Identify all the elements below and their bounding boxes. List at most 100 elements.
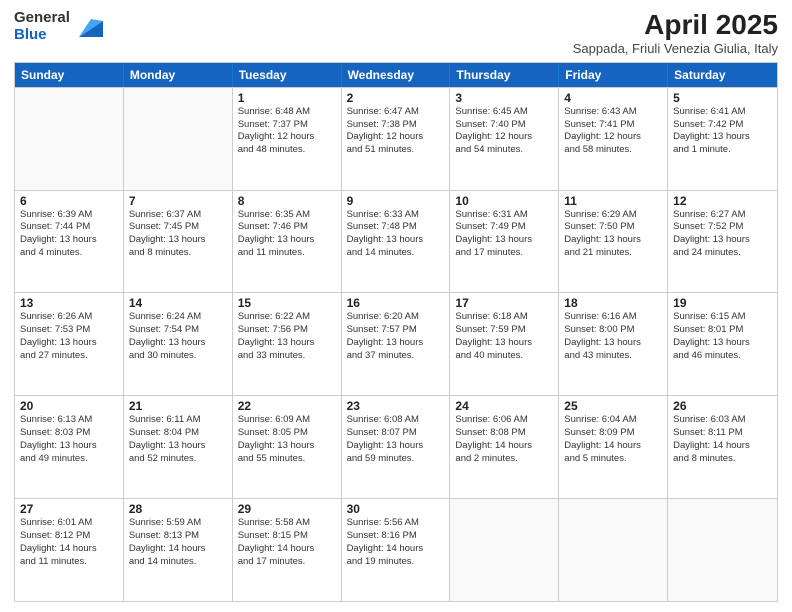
- calendar-cell: 15Sunrise: 6:22 AM Sunset: 7:56 PM Dayli…: [233, 293, 342, 395]
- calendar-cell: 1Sunrise: 6:48 AM Sunset: 7:37 PM Daylig…: [233, 88, 342, 190]
- day-info: Sunrise: 6:11 AM Sunset: 8:04 PM Dayligh…: [129, 414, 227, 465]
- day-info: Sunrise: 6:41 AM Sunset: 7:42 PM Dayligh…: [673, 106, 772, 157]
- day-number: 8: [238, 194, 336, 208]
- day-number: 9: [347, 194, 445, 208]
- calendar-cell: 11Sunrise: 6:29 AM Sunset: 7:50 PM Dayli…: [559, 191, 668, 293]
- logo-text: General Blue: [14, 10, 70, 43]
- day-number: 1: [238, 91, 336, 105]
- calendar-cell: [668, 499, 777, 601]
- calendar-cell: 20Sunrise: 6:13 AM Sunset: 8:03 PM Dayli…: [15, 396, 124, 498]
- day-number: 11: [564, 194, 662, 208]
- calendar-cell: 26Sunrise: 6:03 AM Sunset: 8:11 PM Dayli…: [668, 396, 777, 498]
- logo-blue: Blue: [14, 27, 70, 44]
- calendar-cell: [559, 499, 668, 601]
- day-info: Sunrise: 5:59 AM Sunset: 8:13 PM Dayligh…: [129, 517, 227, 568]
- day-number: 5: [673, 91, 772, 105]
- day-info: Sunrise: 6:06 AM Sunset: 8:08 PM Dayligh…: [455, 414, 553, 465]
- subtitle: Sappada, Friuli Venezia Giulia, Italy: [573, 41, 778, 56]
- day-info: Sunrise: 6:33 AM Sunset: 7:48 PM Dayligh…: [347, 209, 445, 260]
- calendar-cell: 5Sunrise: 6:41 AM Sunset: 7:42 PM Daylig…: [668, 88, 777, 190]
- calendar-cell: 13Sunrise: 6:26 AM Sunset: 7:53 PM Dayli…: [15, 293, 124, 395]
- day-number: 23: [347, 399, 445, 413]
- calendar-cell: 14Sunrise: 6:24 AM Sunset: 7:54 PM Dayli…: [124, 293, 233, 395]
- calendar-cell: [124, 88, 233, 190]
- day-number: 3: [455, 91, 553, 105]
- calendar-cell: 3Sunrise: 6:45 AM Sunset: 7:40 PM Daylig…: [450, 88, 559, 190]
- calendar-week: 27Sunrise: 6:01 AM Sunset: 8:12 PM Dayli…: [15, 498, 777, 601]
- calendar-cell: 25Sunrise: 6:04 AM Sunset: 8:09 PM Dayli…: [559, 396, 668, 498]
- weekday-header: Sunday: [15, 63, 124, 87]
- calendar-week: 1Sunrise: 6:48 AM Sunset: 7:37 PM Daylig…: [15, 87, 777, 190]
- calendar-cell: 9Sunrise: 6:33 AM Sunset: 7:48 PM Daylig…: [342, 191, 451, 293]
- calendar-cell: [15, 88, 124, 190]
- logo: General Blue: [14, 10, 103, 43]
- header: General Blue April 2025 Sappada, Friuli …: [14, 10, 778, 56]
- calendar-cell: [450, 499, 559, 601]
- day-number: 19: [673, 296, 772, 310]
- day-number: 26: [673, 399, 772, 413]
- day-number: 12: [673, 194, 772, 208]
- day-info: Sunrise: 6:15 AM Sunset: 8:01 PM Dayligh…: [673, 311, 772, 362]
- day-number: 25: [564, 399, 662, 413]
- day-info: Sunrise: 6:01 AM Sunset: 8:12 PM Dayligh…: [20, 517, 118, 568]
- day-info: Sunrise: 6:43 AM Sunset: 7:41 PM Dayligh…: [564, 106, 662, 157]
- weekday-header: Monday: [124, 63, 233, 87]
- calendar-header: SundayMondayTuesdayWednesdayThursdayFrid…: [15, 63, 777, 87]
- day-info: Sunrise: 5:56 AM Sunset: 8:16 PM Dayligh…: [347, 517, 445, 568]
- day-info: Sunrise: 6:24 AM Sunset: 7:54 PM Dayligh…: [129, 311, 227, 362]
- day-info: Sunrise: 6:35 AM Sunset: 7:46 PM Dayligh…: [238, 209, 336, 260]
- day-info: Sunrise: 6:27 AM Sunset: 7:52 PM Dayligh…: [673, 209, 772, 260]
- day-info: Sunrise: 6:45 AM Sunset: 7:40 PM Dayligh…: [455, 106, 553, 157]
- day-number: 22: [238, 399, 336, 413]
- calendar-cell: 21Sunrise: 6:11 AM Sunset: 8:04 PM Dayli…: [124, 396, 233, 498]
- day-info: Sunrise: 6:18 AM Sunset: 7:59 PM Dayligh…: [455, 311, 553, 362]
- day-info: Sunrise: 6:37 AM Sunset: 7:45 PM Dayligh…: [129, 209, 227, 260]
- day-number: 28: [129, 502, 227, 516]
- calendar-cell: 10Sunrise: 6:31 AM Sunset: 7:49 PM Dayli…: [450, 191, 559, 293]
- day-info: Sunrise: 6:39 AM Sunset: 7:44 PM Dayligh…: [20, 209, 118, 260]
- weekday-header: Tuesday: [233, 63, 342, 87]
- calendar-cell: 16Sunrise: 6:20 AM Sunset: 7:57 PM Dayli…: [342, 293, 451, 395]
- day-info: Sunrise: 6:08 AM Sunset: 8:07 PM Dayligh…: [347, 414, 445, 465]
- weekday-header: Friday: [559, 63, 668, 87]
- day-number: 7: [129, 194, 227, 208]
- calendar-cell: 28Sunrise: 5:59 AM Sunset: 8:13 PM Dayli…: [124, 499, 233, 601]
- calendar-cell: 30Sunrise: 5:56 AM Sunset: 8:16 PM Dayli…: [342, 499, 451, 601]
- day-info: Sunrise: 6:04 AM Sunset: 8:09 PM Dayligh…: [564, 414, 662, 465]
- weekday-header: Thursday: [450, 63, 559, 87]
- calendar-cell: 23Sunrise: 6:08 AM Sunset: 8:07 PM Dayli…: [342, 396, 451, 498]
- day-number: 15: [238, 296, 336, 310]
- day-number: 14: [129, 296, 227, 310]
- day-number: 27: [20, 502, 118, 516]
- day-info: Sunrise: 6:26 AM Sunset: 7:53 PM Dayligh…: [20, 311, 118, 362]
- day-number: 30: [347, 502, 445, 516]
- calendar-cell: 24Sunrise: 6:06 AM Sunset: 8:08 PM Dayli…: [450, 396, 559, 498]
- weekday-header: Wednesday: [342, 63, 451, 87]
- calendar-body: 1Sunrise: 6:48 AM Sunset: 7:37 PM Daylig…: [15, 87, 777, 601]
- calendar-week: 6Sunrise: 6:39 AM Sunset: 7:44 PM Daylig…: [15, 190, 777, 293]
- day-info: Sunrise: 6:09 AM Sunset: 8:05 PM Dayligh…: [238, 414, 336, 465]
- title-block: April 2025 Sappada, Friuli Venezia Giuli…: [573, 10, 778, 56]
- day-info: Sunrise: 6:29 AM Sunset: 7:50 PM Dayligh…: [564, 209, 662, 260]
- calendar-cell: 8Sunrise: 6:35 AM Sunset: 7:46 PM Daylig…: [233, 191, 342, 293]
- calendar-cell: 29Sunrise: 5:58 AM Sunset: 8:15 PM Dayli…: [233, 499, 342, 601]
- day-info: Sunrise: 6:48 AM Sunset: 7:37 PM Dayligh…: [238, 106, 336, 157]
- calendar-cell: 4Sunrise: 6:43 AM Sunset: 7:41 PM Daylig…: [559, 88, 668, 190]
- calendar-cell: 2Sunrise: 6:47 AM Sunset: 7:38 PM Daylig…: [342, 88, 451, 190]
- day-info: Sunrise: 6:03 AM Sunset: 8:11 PM Dayligh…: [673, 414, 772, 465]
- day-number: 21: [129, 399, 227, 413]
- day-number: 6: [20, 194, 118, 208]
- page: General Blue April 2025 Sappada, Friuli …: [0, 0, 792, 612]
- calendar-week: 13Sunrise: 6:26 AM Sunset: 7:53 PM Dayli…: [15, 292, 777, 395]
- day-number: 2: [347, 91, 445, 105]
- day-number: 24: [455, 399, 553, 413]
- calendar-cell: 27Sunrise: 6:01 AM Sunset: 8:12 PM Dayli…: [15, 499, 124, 601]
- calendar-cell: 18Sunrise: 6:16 AM Sunset: 8:00 PM Dayli…: [559, 293, 668, 395]
- day-number: 20: [20, 399, 118, 413]
- calendar-cell: 12Sunrise: 6:27 AM Sunset: 7:52 PM Dayli…: [668, 191, 777, 293]
- logo-icon: [75, 13, 103, 41]
- day-number: 29: [238, 502, 336, 516]
- day-info: Sunrise: 6:47 AM Sunset: 7:38 PM Dayligh…: [347, 106, 445, 157]
- day-info: Sunrise: 6:13 AM Sunset: 8:03 PM Dayligh…: [20, 414, 118, 465]
- calendar: SundayMondayTuesdayWednesdayThursdayFrid…: [14, 62, 778, 602]
